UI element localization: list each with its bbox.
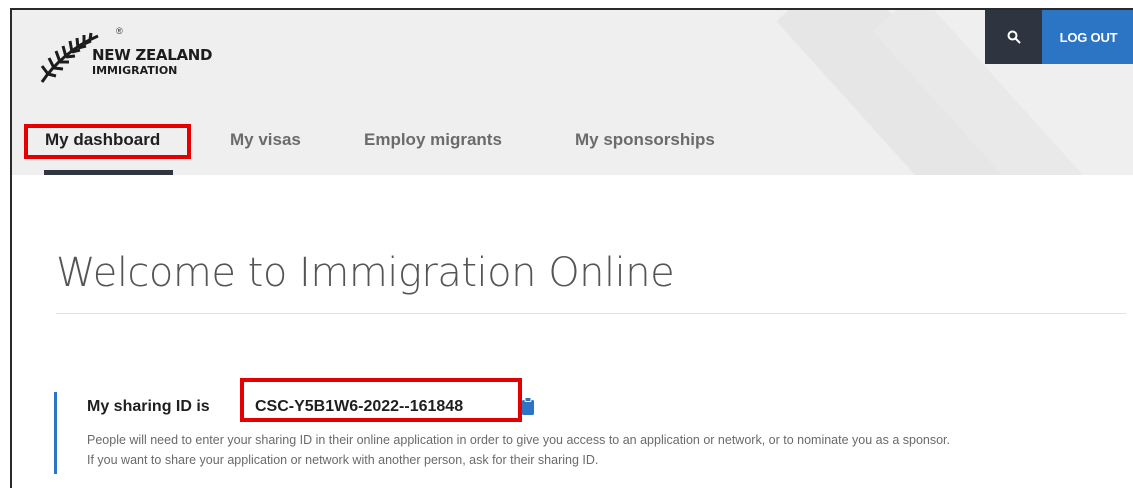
registered-mark: ®: [116, 26, 123, 36]
active-tab-indicator: [44, 170, 173, 175]
logo-text-line2: IMMIGRATION: [92, 64, 178, 77]
highlight-box-dashboard-tab: [24, 124, 191, 159]
sharing-id-panel: My sharing ID is CSC-Y5B1W6-2022--161848…: [54, 392, 1124, 474]
nz-immigration-logo[interactable]: ® NEW ZEALAND IMMIGRATION: [36, 24, 236, 88]
search-icon: [1007, 30, 1021, 44]
tab-my-visas[interactable]: My visas: [230, 130, 301, 150]
page-frame: ® NEW ZEALAND IMMIGRATION LOG OUT My das…: [10, 8, 1133, 488]
sharing-id-label: My sharing ID is: [87, 398, 210, 415]
tab-my-sponsorships[interactable]: My sponsorships: [575, 130, 715, 150]
search-button[interactable]: [985, 10, 1042, 64]
page-title: Welcome to Immigration Online: [56, 250, 675, 296]
fern-icon: [40, 32, 99, 83]
logo-text-line1: NEW ZEALAND: [92, 46, 213, 64]
sharing-id-description: People will need to enter your sharing I…: [87, 430, 1127, 470]
description-line-2: If you want to share your application or…: [87, 453, 599, 467]
highlight-box-sharing-id: [240, 378, 522, 422]
tab-employ-migrants[interactable]: Employ migrants: [364, 130, 502, 150]
title-divider: [56, 313, 1126, 314]
logout-button[interactable]: LOG OUT: [1042, 10, 1133, 64]
description-line-1: People will need to enter your sharing I…: [87, 433, 951, 447]
